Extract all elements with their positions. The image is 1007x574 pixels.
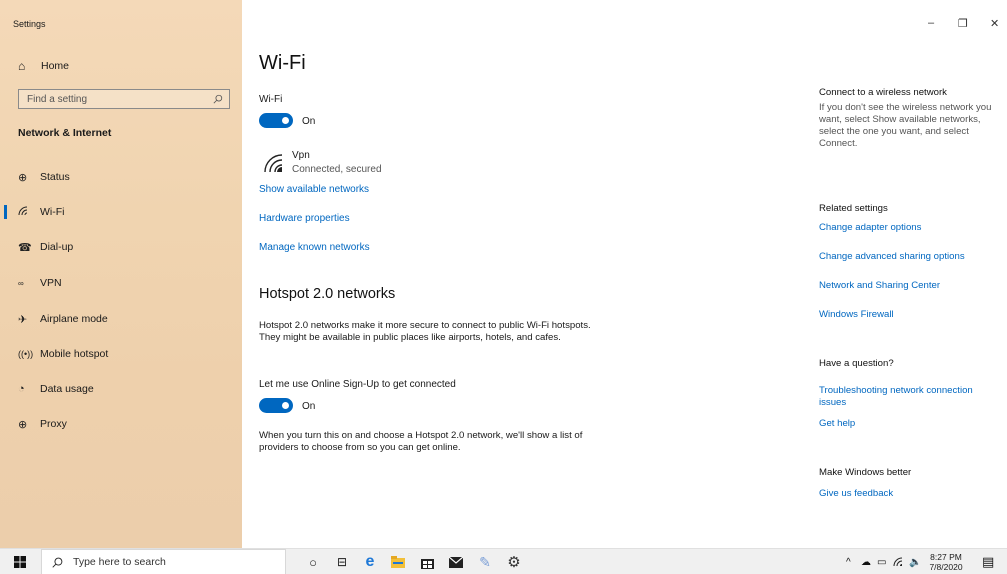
change-adapter-options-link[interactable]: Change adapter options bbox=[819, 222, 999, 234]
give-feedback-link[interactable]: Give us feedback bbox=[819, 488, 999, 500]
home-nav-item[interactable]: ⌂ Home bbox=[18, 58, 69, 74]
troubleshooting-link[interactable]: Troubleshooting network connection issue… bbox=[819, 385, 994, 409]
wifi-label: Wi-Fi bbox=[259, 94, 283, 105]
mail-icon[interactable] bbox=[444, 549, 468, 574]
signup-toggle[interactable] bbox=[259, 398, 293, 413]
taskbar: Type here to search ○ ⊟ e ✎ ⚙ ^ ☁ ▭ 🔈 8:… bbox=[0, 548, 1007, 574]
home-label: Home bbox=[41, 60, 70, 72]
wifi-toggle-state: On bbox=[302, 116, 316, 127]
taskbar-search-input[interactable]: Type here to search bbox=[41, 549, 286, 574]
sidebar-item-vpn[interactable]: ∞ VPN bbox=[0, 266, 242, 300]
store-icon[interactable] bbox=[415, 549, 439, 574]
make-windows-better-heading: Make Windows better bbox=[819, 467, 912, 478]
cortana-icon[interactable]: ○ bbox=[302, 549, 324, 574]
network-status: Connected, secured bbox=[292, 164, 382, 175]
file-explorer-icon[interactable] bbox=[386, 549, 410, 574]
restore-button[interactable]: ❐ bbox=[958, 17, 968, 30]
airplane-icon: ✈ bbox=[18, 313, 28, 326]
home-icon: ⌂ bbox=[18, 59, 26, 73]
system-clock[interactable]: 8:27 PM 7/8/2020 bbox=[926, 552, 966, 572]
connect-description: If you don't see the wireless network yo… bbox=[819, 102, 992, 149]
window-title: Settings bbox=[13, 19, 46, 29]
signup-toggle-state: On bbox=[302, 401, 316, 412]
network-sharing-center-link[interactable]: Network and Sharing Center bbox=[819, 280, 999, 292]
signup-label: Let me use Online Sign-Up to get connect… bbox=[259, 379, 456, 390]
volume-icon[interactable]: 🔈 bbox=[909, 549, 921, 574]
clock-time: 8:27 PM bbox=[930, 552, 962, 562]
vpn-icon: ∞ bbox=[18, 278, 24, 288]
minimize-button[interactable]: – bbox=[928, 17, 934, 29]
hardware-properties-link[interactable]: Hardware properties bbox=[259, 213, 350, 224]
data-usage-icon: ◔ bbox=[18, 383, 25, 395]
sidebar-item-proxy[interactable]: ⊕ Proxy bbox=[0, 407, 242, 441]
sidebar-item-wifi[interactable]: Wi-Fi bbox=[0, 195, 242, 229]
sidebar-item-data-usage[interactable]: ◔ Data usage bbox=[0, 372, 242, 406]
sidebar-item-status[interactable]: ⊕ Status bbox=[0, 160, 242, 194]
question-heading: Have a question? bbox=[819, 358, 894, 369]
wifi-icon bbox=[18, 206, 40, 219]
get-help-link[interactable]: Get help bbox=[819, 418, 999, 430]
windows-logo-icon bbox=[14, 556, 26, 568]
sidebar-item-hotspot[interactable]: ((•)) Mobile hotspot bbox=[0, 337, 242, 371]
clock-date: 7/8/2020 bbox=[929, 562, 963, 572]
edge-browser-icon[interactable]: e bbox=[358, 549, 382, 574]
show-available-networks-link[interactable]: Show available networks bbox=[259, 184, 369, 195]
change-advanced-sharing-link[interactable]: Change advanced sharing options bbox=[819, 251, 999, 263]
paint-icon[interactable]: ✎ bbox=[473, 549, 497, 574]
wifi-toggle[interactable] bbox=[259, 113, 293, 128]
battery-icon[interactable]: ▭ bbox=[877, 549, 886, 574]
wifi-signal-icon bbox=[264, 154, 283, 173]
sidebar-item-label: Dial-up bbox=[40, 241, 74, 253]
settings-gear-icon[interactable]: ⚙ bbox=[502, 549, 526, 574]
section-heading: Network & Internet bbox=[18, 127, 112, 139]
sidebar-item-label: VPN bbox=[40, 277, 62, 289]
sidebar-item-label: Status bbox=[40, 171, 70, 183]
onedrive-icon[interactable]: ☁ bbox=[861, 549, 871, 574]
sidebar-item-label: Wi-Fi bbox=[40, 206, 65, 218]
hotspot-heading: Hotspot 2.0 networks bbox=[259, 286, 396, 302]
sidebar-item-label: Mobile hotspot bbox=[40, 348, 109, 360]
status-icon: ⊕ bbox=[18, 171, 28, 184]
find-setting-input[interactable]: Find a setting bbox=[18, 89, 230, 109]
windows-firewall-link[interactable]: Windows Firewall bbox=[819, 309, 999, 321]
sidebar-item-dialup[interactable]: ☎ Dial-up bbox=[0, 230, 242, 264]
start-button[interactable] bbox=[8, 549, 32, 574]
proxy-icon: ⊕ bbox=[18, 418, 28, 431]
manage-known-networks-link[interactable]: Manage known networks bbox=[259, 242, 370, 253]
find-setting-placeholder: Find a setting bbox=[27, 93, 88, 105]
search-icon bbox=[213, 94, 223, 104]
taskbar-search-placeholder: Type here to search bbox=[73, 556, 166, 568]
signup-description: When you turn this on and choose a Hotsp… bbox=[259, 430, 583, 453]
settings-sidebar: Settings ⌂ Home Find a setting Network &… bbox=[0, 0, 242, 548]
related-settings-heading: Related settings bbox=[819, 203, 888, 214]
hotspot-icon: ((•)) bbox=[18, 349, 34, 359]
sidebar-item-label: Data usage bbox=[40, 383, 94, 395]
network-name[interactable]: Vpn bbox=[292, 150, 310, 161]
sidebar-item-airplane[interactable]: ✈ Airplane mode bbox=[0, 302, 242, 336]
connect-heading: Connect to a wireless network bbox=[819, 87, 947, 98]
search-icon bbox=[52, 557, 63, 568]
page-title: Wi-Fi bbox=[259, 52, 306, 74]
hotspot-description: Hotspot 2.0 networks make it more secure… bbox=[259, 320, 591, 343]
network-tray-icon[interactable] bbox=[893, 549, 905, 574]
action-center-icon[interactable]: ▤ bbox=[982, 549, 994, 574]
dialup-icon: ☎ bbox=[18, 241, 32, 254]
close-button[interactable]: ✕ bbox=[990, 17, 999, 30]
task-view-icon[interactable]: ⊟ bbox=[331, 549, 353, 574]
sidebar-item-label: Airplane mode bbox=[40, 313, 108, 325]
sidebar-item-label: Proxy bbox=[40, 418, 67, 430]
show-hidden-icons[interactable]: ^ bbox=[846, 549, 851, 574]
